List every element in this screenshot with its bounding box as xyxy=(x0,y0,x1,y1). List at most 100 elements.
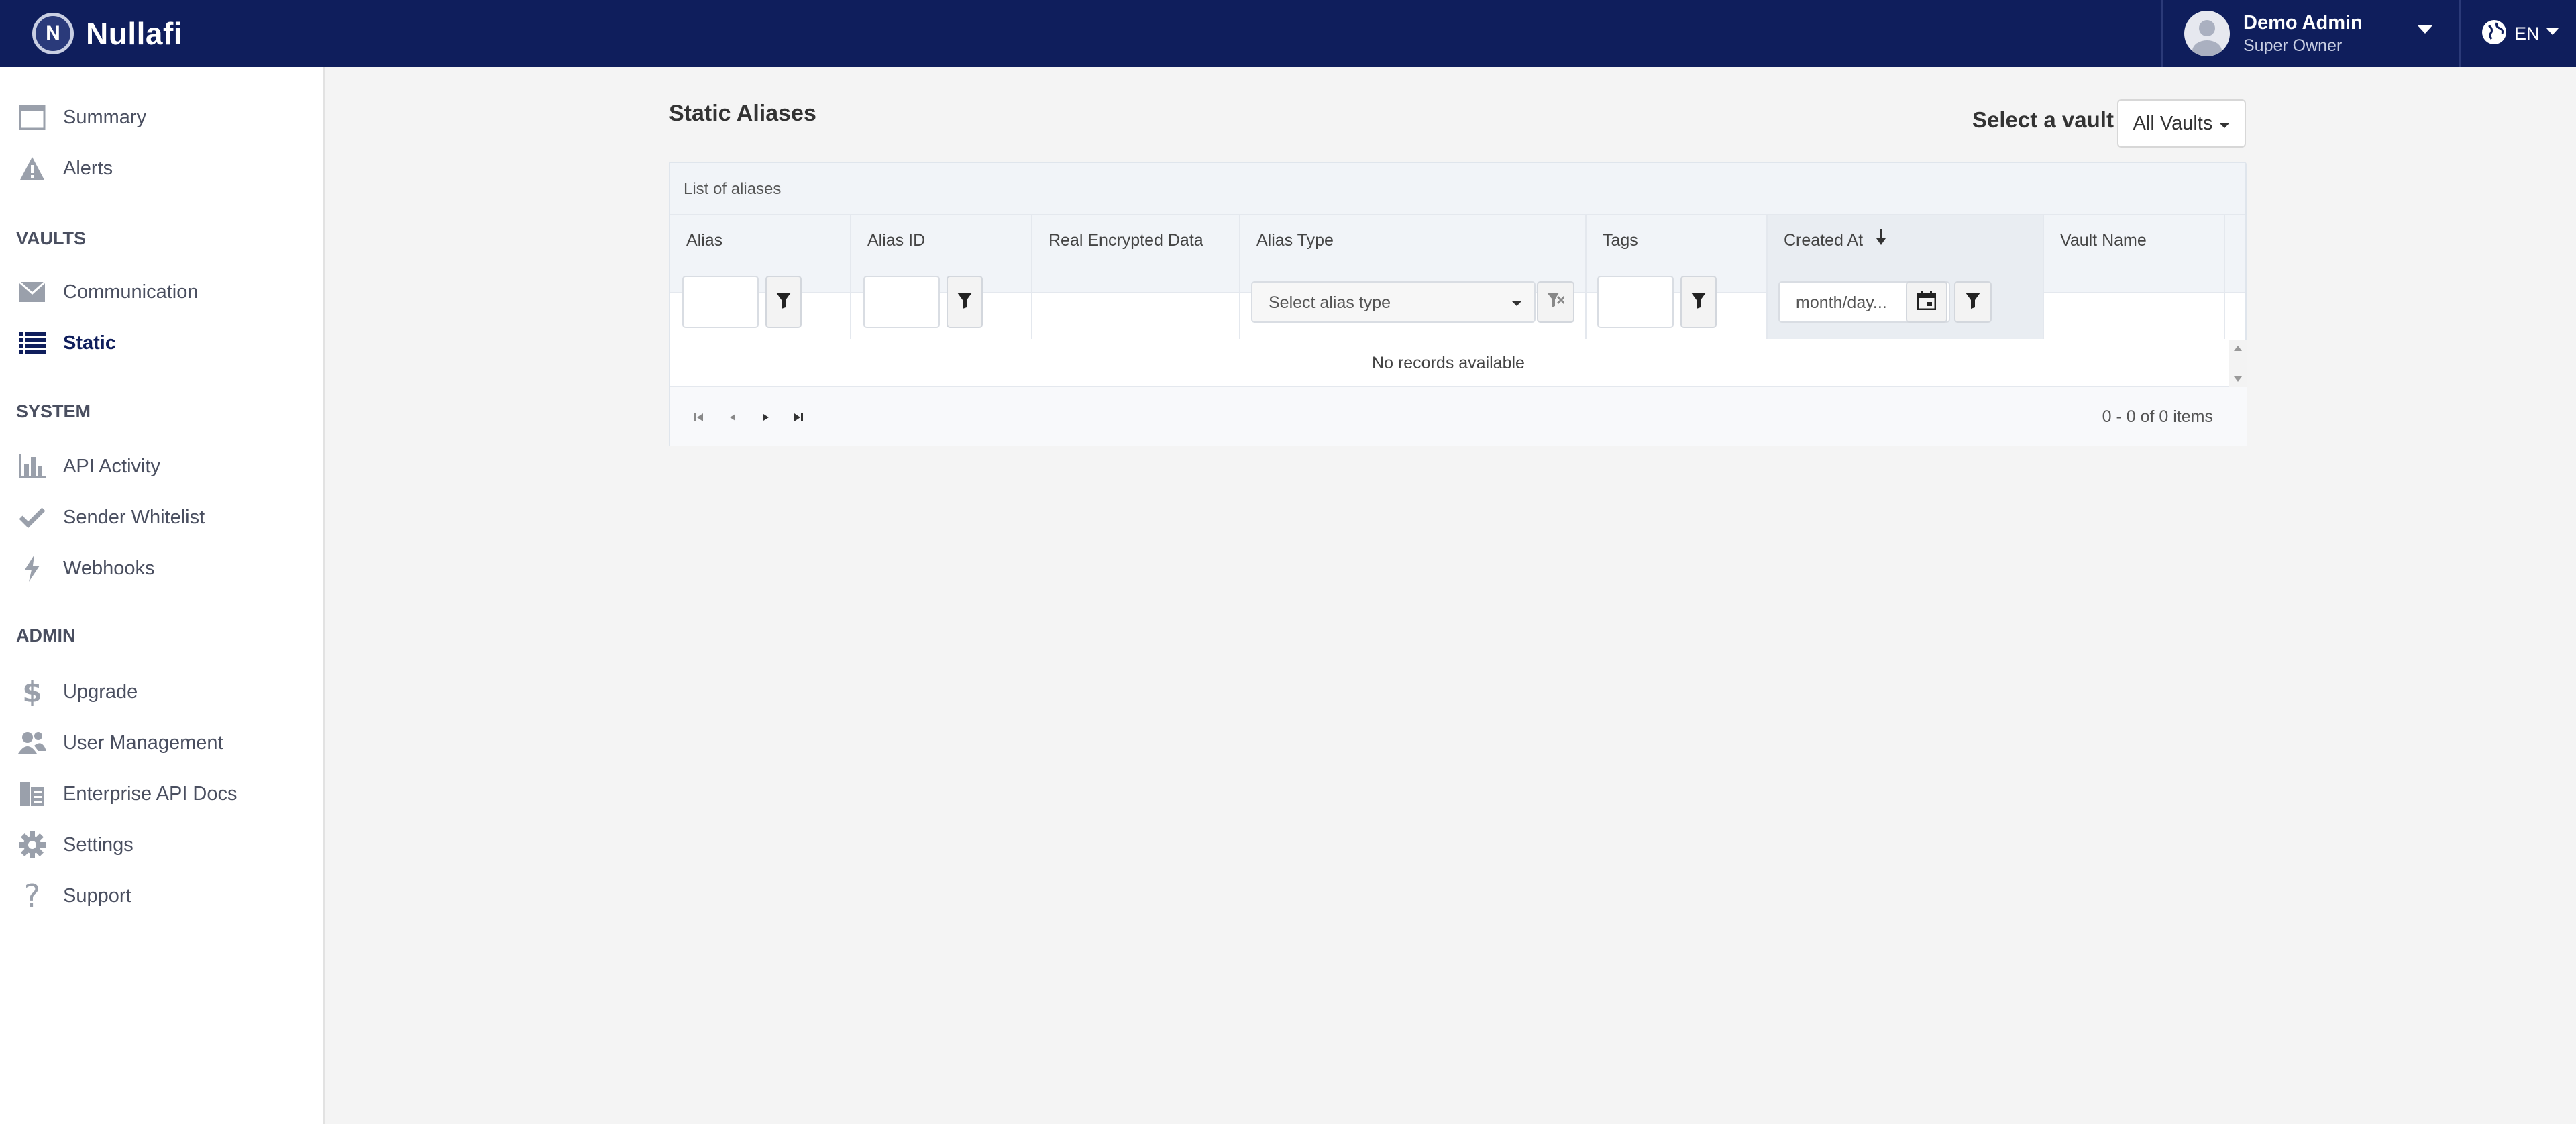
sidebar-item-label: Webhooks xyxy=(63,557,155,579)
aliases-grid: List of aliases Alias Alias ID Real Encr… xyxy=(669,162,2247,446)
vertical-scrollbar[interactable] xyxy=(2229,340,2247,387)
section-title-vaults: VAULTS xyxy=(16,228,86,248)
lightning-icon xyxy=(16,552,48,584)
sidebar-item-label: Enterprise API Docs xyxy=(63,782,237,805)
clear-filter-icon xyxy=(1547,292,1566,312)
alias-id-filter-input[interactable] xyxy=(863,276,940,328)
sidebar-item-label: Summary xyxy=(63,106,147,128)
sidebar-item-label: Upgrade xyxy=(63,680,138,703)
sidebar-item-static[interactable]: Static xyxy=(16,326,116,360)
sidebar-item-label: Communication xyxy=(63,280,199,303)
next-page-button[interactable] xyxy=(757,409,775,426)
globe-icon xyxy=(2481,19,2508,49)
pager-info: 0 - 0 of 0 items xyxy=(2102,407,2213,426)
vault-select-button[interactable]: All Vaults xyxy=(2117,99,2246,148)
sidebar-item-communication[interactable]: Communication xyxy=(16,275,198,309)
question-icon: ? xyxy=(16,880,48,912)
document-icon xyxy=(16,778,48,810)
column-title: Alias Type xyxy=(1256,231,1334,250)
window-icon xyxy=(16,101,48,134)
clear-filter-button[interactable] xyxy=(1537,281,1574,323)
brand[interactable]: N Nullafi xyxy=(32,13,182,54)
filter-icon xyxy=(957,292,972,312)
date-picker-button[interactable] xyxy=(1906,281,1947,323)
column-title: Vault Name xyxy=(2060,231,2147,250)
created-at-filter-button[interactable] xyxy=(1954,281,1992,323)
page-title: Static Aliases xyxy=(669,101,816,126)
sidebar-item-alerts[interactable]: Alerts xyxy=(16,152,113,185)
column-title: Tags xyxy=(1603,231,1638,250)
grid-caption: List of aliases xyxy=(670,163,2245,215)
column-title: Created At xyxy=(1784,231,1864,250)
section-title-admin: ADMIN xyxy=(16,625,76,646)
column-title: Real Encrypted Data xyxy=(1049,231,1203,250)
alias-id-filter-button[interactable] xyxy=(947,276,983,328)
sidebar-item-upgrade[interactable]: $ Upgrade xyxy=(16,675,138,709)
no-records-text: No records available xyxy=(1372,354,1525,372)
alias-filter-button[interactable] xyxy=(765,276,802,328)
filter-icon xyxy=(1966,292,1980,312)
sidebar-item-label: Settings xyxy=(63,833,133,856)
last-page-button[interactable] xyxy=(790,409,807,426)
sidebar-item-label: Static xyxy=(63,331,116,354)
alias-type-dropdown[interactable]: Select alias type xyxy=(1251,281,1536,323)
first-page-button[interactable] xyxy=(690,409,708,426)
envelope-icon xyxy=(16,276,48,308)
top-navbar: N Nullafi Demo Admin Super Owner EN xyxy=(0,0,2576,67)
gear-icon xyxy=(16,829,48,861)
section-title-system: SYSTEM xyxy=(16,401,91,421)
vault-select-label: Select a vault xyxy=(1972,107,2114,132)
sidebar-item-sender-whitelist[interactable]: Sender Whitelist xyxy=(16,501,205,534)
calendar-icon xyxy=(1917,291,1937,313)
caret-down-icon xyxy=(2219,113,2231,135)
bar-chart-icon xyxy=(16,450,48,482)
column-vault-name[interactable]: Vault Name xyxy=(2044,215,2225,339)
svg-text:$: $ xyxy=(22,678,42,706)
alias-type-placeholder: Select alias type xyxy=(1269,293,1391,312)
sidebar-item-label: Support xyxy=(63,884,131,907)
caret-down-icon xyxy=(2546,28,2559,40)
sidebar-item-user-management[interactable]: User Management xyxy=(16,726,223,760)
sidebar-item-summary[interactable]: Summary xyxy=(16,101,146,134)
tags-filter-button[interactable] xyxy=(1680,276,1717,328)
sort-descending-icon xyxy=(1876,229,1886,250)
sidebar-item-label: Sender Whitelist xyxy=(63,506,205,528)
previous-page-button[interactable] xyxy=(724,409,741,426)
nullafi-logo-icon: N xyxy=(32,13,74,54)
sidebar-item-support[interactable]: ? Support xyxy=(16,879,131,913)
sidebar-item-api-activity[interactable]: API Activity xyxy=(16,450,160,483)
filter-icon xyxy=(776,292,791,312)
column-title: Alias ID xyxy=(867,231,926,250)
user-menu[interactable]: Demo Admin Super Owner xyxy=(2161,0,2459,67)
avatar xyxy=(2184,11,2230,56)
users-icon xyxy=(16,727,48,759)
vault-select-value: All Vaults xyxy=(2133,112,2213,134)
grid-header: Alias Alias ID Real Encrypted Data Alias… xyxy=(670,215,2245,339)
caret-down-icon xyxy=(2418,25,2432,38)
sidebar-item-label: User Management xyxy=(63,731,223,754)
user-name: Demo Admin xyxy=(2243,11,2363,34)
language-label: EN xyxy=(2514,23,2540,44)
brand-name: Nullafi xyxy=(86,16,183,51)
sidebar-item-label: Alerts xyxy=(63,157,113,179)
caret-down-icon xyxy=(1511,299,1522,311)
tags-filter-input[interactable] xyxy=(1597,276,1674,328)
checkmark-icon xyxy=(16,501,48,533)
sidebar-item-webhooks[interactable]: Webhooks xyxy=(16,552,155,585)
column-title: Alias xyxy=(686,231,723,250)
filter-icon xyxy=(1691,292,1706,312)
list-icon xyxy=(16,327,48,359)
date-placeholder: month/day... xyxy=(1796,293,1887,312)
warning-icon xyxy=(16,152,48,185)
language-menu[interactable]: EN xyxy=(2459,0,2576,67)
sidebar-item-label: API Activity xyxy=(63,455,161,477)
sidebar: Summary Alerts VAULTS Communication Stat… xyxy=(0,67,325,1124)
sidebar-item-enterprise-api-docs[interactable]: Enterprise API Docs xyxy=(16,777,237,811)
grid-body: No records available xyxy=(670,340,2247,387)
svg-text:?: ? xyxy=(24,881,40,911)
sidebar-item-settings[interactable]: Settings xyxy=(16,828,133,862)
alias-filter-input[interactable] xyxy=(682,276,759,328)
dollar-icon: $ xyxy=(16,676,48,708)
user-role: Super Owner xyxy=(2243,36,2343,55)
column-real-encrypted-data[interactable]: Real Encrypted Data xyxy=(1032,215,1240,339)
